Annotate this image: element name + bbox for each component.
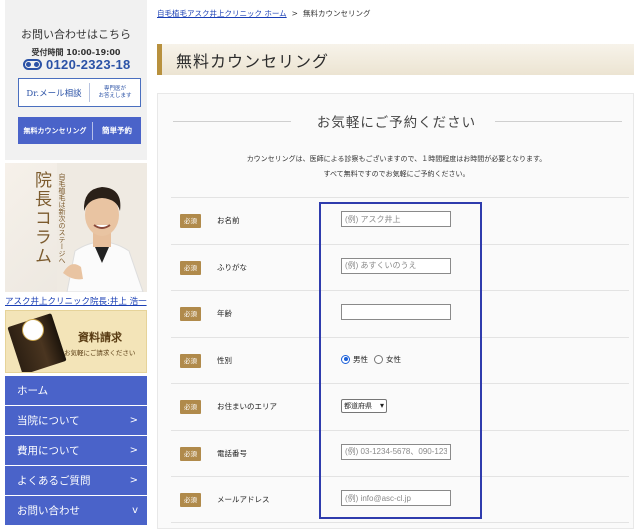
required-badge: 必須: [180, 307, 201, 321]
required-badge: 必須: [180, 214, 201, 228]
brochure-seal-icon: [22, 319, 44, 341]
required-badge: 必須: [180, 260, 201, 275]
form-intro-line-1: カウンセリングは、医師による診察もございますので、１時間程度はお時間が必要となり…: [246, 155, 547, 163]
dr-mail-sub: 専門医が お答えします: [89, 83, 140, 102]
director-profile-link[interactable]: アスク井上クリニック院長:井上 浩一: [5, 295, 147, 307]
phone-number[interactable]: 0120-2323-18: [46, 57, 131, 72]
nav-item-label: ホーム: [17, 385, 49, 397]
nav-item-label: お問い合わせ: [17, 505, 80, 517]
free-counseling-button[interactable]: 無料カウンセリング 簡単予約: [18, 117, 141, 144]
gender-male-label[interactable]: 男性: [353, 354, 368, 365]
form-row-name: 必須 お名前: [171, 197, 629, 244]
field-label-area: お住まいのエリア: [217, 402, 277, 411]
column-title: 院長コラム: [31, 171, 51, 266]
field-label-gender: 性別: [217, 355, 232, 365]
breadcrumb-separator: >: [291, 9, 298, 18]
reservation-form: お気軽にご予約ください カウンセリングは、医師による診察もございますので、１時間…: [157, 93, 634, 529]
freedial-icon: [23, 58, 42, 70]
nav-item-home[interactable]: ホーム: [5, 376, 147, 405]
dr-mail-consult-button[interactable]: Dr.メール相談 専門医が お答えします: [18, 78, 141, 107]
nav-item-label: よくあるご質問: [17, 475, 91, 487]
form-row-age: 必須 年齢: [171, 290, 629, 337]
dr-mail-sub-line-1: 専門医が: [103, 85, 126, 92]
form-row-phone: 必須 電話番号: [171, 429, 629, 477]
required-badge: 必須: [180, 400, 201, 414]
contact-box: お問い合わせはこちら 受付時間 10:00-19:00 0120-2323-18…: [5, 0, 147, 160]
heading-divider-right: [495, 121, 622, 122]
doctor-photo: [57, 163, 147, 292]
column-subtitle: 自毛植毛は新次のステージへ: [58, 173, 66, 264]
nav-item-about[interactable]: 当院について >: [5, 406, 147, 435]
required-badge: 必須: [180, 493, 201, 507]
form-row-furigana: 必須 ふりがな: [171, 243, 629, 291]
required-badge: 必須: [180, 353, 201, 368]
furigana-input[interactable]: [341, 257, 451, 274]
phone-row[interactable]: 0120-2323-18: [23, 57, 131, 72]
age-input[interactable]: [341, 304, 451, 320]
brochure-subtitle: お気軽にご請求ください: [64, 349, 136, 357]
breadcrumb: 自毛植毛アスク井上クリニック ホーム > 無料カウンセリング: [157, 8, 370, 19]
field-label-email: メールアドレス: [217, 495, 270, 504]
nav-item-label: 費用について: [17, 445, 80, 457]
phone-input[interactable]: [341, 443, 451, 460]
nav-item-label: 当院について: [17, 415, 80, 427]
field-label-name: お名前: [217, 216, 240, 225]
counsel-button-label: 無料カウンセリング: [23, 126, 87, 135]
nav-item-faq[interactable]: よくあるご質問 >: [5, 466, 147, 495]
counsel-button-sub: 簡単予約: [92, 121, 141, 140]
form-row-gender: 必須 性別 男性 女性: [171, 336, 629, 384]
chevron-right-icon: >: [129, 475, 138, 486]
gender-male-radio[interactable]: [341, 354, 350, 364]
dr-mail-label: Dr.メール相談: [26, 88, 82, 99]
brochure-title: 資料請求: [78, 331, 122, 344]
gender-female-radio[interactable]: [374, 354, 383, 364]
director-column-banner[interactable]: 院長コラム 自毛植毛は新次のステージへ: [5, 163, 147, 292]
contact-title: お問い合わせはこちら: [21, 28, 131, 41]
breadcrumb-home-link[interactable]: 自毛植毛アスク井上クリニック ホーム: [157, 9, 287, 18]
gender-female-label[interactable]: 女性: [386, 354, 401, 365]
email-input[interactable]: [341, 490, 451, 506]
chevron-right-icon: >: [129, 415, 138, 426]
form-rows: 必須 お名前 必須 ふりがな 必須 年齢 必須 性別 男性 女性 必須 お: [171, 197, 629, 523]
nav-item-pricing[interactable]: 費用について >: [5, 436, 147, 465]
required-badge: 必須: [180, 446, 201, 461]
form-intro-line-2: すべて無料ですのでお気軽にご予約ください。: [323, 170, 470, 178]
form-row-area: 必須 お住まいのエリア 都道府県: [171, 383, 629, 430]
field-label-furigana: ふりがな: [217, 262, 247, 272]
form-row-email: 必須 メールアドレス: [171, 476, 629, 523]
name-input[interactable]: [341, 211, 451, 227]
breadcrumb-current: 無料カウンセリング: [302, 9, 371, 18]
page-title: 無料カウンセリング: [176, 51, 330, 71]
chevron-right-icon: >: [129, 445, 138, 456]
brochure-request-banner[interactable]: 資料請求 お気軽にご請求ください: [5, 310, 147, 373]
sidebar: お問い合わせはこちら 受付時間 10:00-19:00 0120-2323-18…: [5, 0, 147, 529]
field-label-phone: 電話番号: [217, 448, 247, 458]
field-label-age: 年齢: [217, 309, 232, 318]
chevron-down-icon: v: [132, 505, 138, 516]
nav-item-contact[interactable]: お問い合わせ v: [5, 496, 147, 525]
nav-menu: ホーム 当院について > 費用について > よくあるご質問 > お問い合わせ v: [5, 376, 147, 526]
page-title-bar: 無料カウンセリング: [157, 44, 634, 75]
dr-mail-sub-line-2: お答えします: [98, 92, 132, 99]
gender-radio-group: 男性 女性: [341, 354, 407, 365]
prefecture-select[interactable]: 都道府県: [341, 399, 387, 413]
